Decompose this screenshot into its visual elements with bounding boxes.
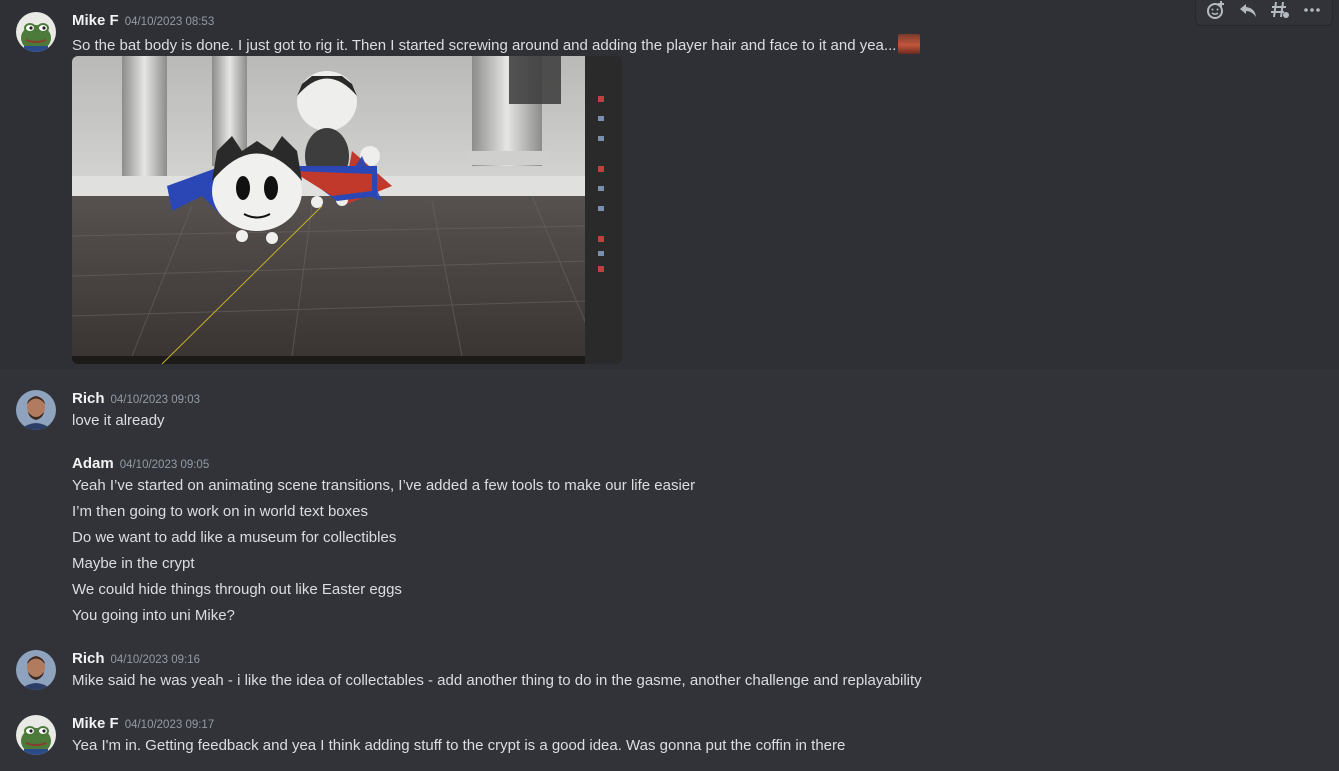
rich-photo-avatar[interactable] xyxy=(16,650,56,690)
timestamp[interactable]: 04/10/2023 09:17 xyxy=(125,719,215,731)
message-text: Maybe in the crypt xyxy=(72,555,195,572)
message-text: We could hide things through out like Ea… xyxy=(72,581,402,598)
author-name[interactable]: Adam xyxy=(72,455,114,472)
message-text: Yea I'm in. Getting feedback and yea I t… xyxy=(72,737,846,754)
author-name[interactable]: Mike F xyxy=(72,715,119,732)
message-group[interactable]: Mike F 04/10/2023 09:17 Yea I'm in. Getti… xyxy=(0,705,1339,771)
add-reaction-icon[interactable] xyxy=(1200,0,1232,24)
message-text: love it already xyxy=(72,412,165,429)
author-name[interactable]: Rich xyxy=(72,390,105,407)
message-text: Yeah I’ve started on animating scene tra… xyxy=(72,477,696,494)
message-group[interactable]: Mike F 04/10/2023 08:53 So the bat body i… xyxy=(0,0,1339,369)
more-options-icon[interactable] xyxy=(1296,0,1328,24)
create-thread-icon[interactable] xyxy=(1264,0,1296,24)
author-name[interactable]: Mike F xyxy=(72,12,119,29)
author-name[interactable]: Rich xyxy=(72,650,105,667)
message-group[interactable]: Rich 04/10/2023 09:03 love it already xyxy=(0,380,1339,440)
message-text: I’m then going to work on in world text … xyxy=(72,503,368,520)
message-text: Mike said he was yeah - i like the idea … xyxy=(72,672,922,689)
message-group[interactable]: Rich 04/10/2023 09:16 Mike said he was ye… xyxy=(0,640,1339,700)
message-text: So the bat body is done. I just got to r… xyxy=(72,37,897,54)
message-text: Do we want to add like a museum for coll… xyxy=(72,529,397,546)
rich-photo-avatar[interactable] xyxy=(16,390,56,430)
message-actions-toolbar xyxy=(1195,0,1333,26)
message-text: You going into uni Mike? xyxy=(72,607,235,624)
image-attachment[interactable] xyxy=(72,56,622,364)
reply-icon[interactable] xyxy=(1232,0,1264,24)
timestamp[interactable]: 04/10/2023 09:16 xyxy=(111,654,201,666)
timestamp[interactable]: 04/10/2023 09:03 xyxy=(111,394,201,406)
3d-render-photo xyxy=(72,56,622,364)
timestamp[interactable]: 04/10/2023 08:53 xyxy=(125,16,215,28)
custom-emoji[interactable] xyxy=(898,34,921,54)
message-content: So the bat body is done. I just got to r… xyxy=(72,34,921,54)
pepe-frog-avatar[interactable] xyxy=(16,715,56,755)
message-group[interactable]: Adam 04/10/2023 09:05 Yeah I’ve started o… xyxy=(0,445,1339,635)
pepe-frog-avatar[interactable] xyxy=(16,12,56,52)
timestamp[interactable]: 04/10/2023 09:05 xyxy=(120,459,210,471)
